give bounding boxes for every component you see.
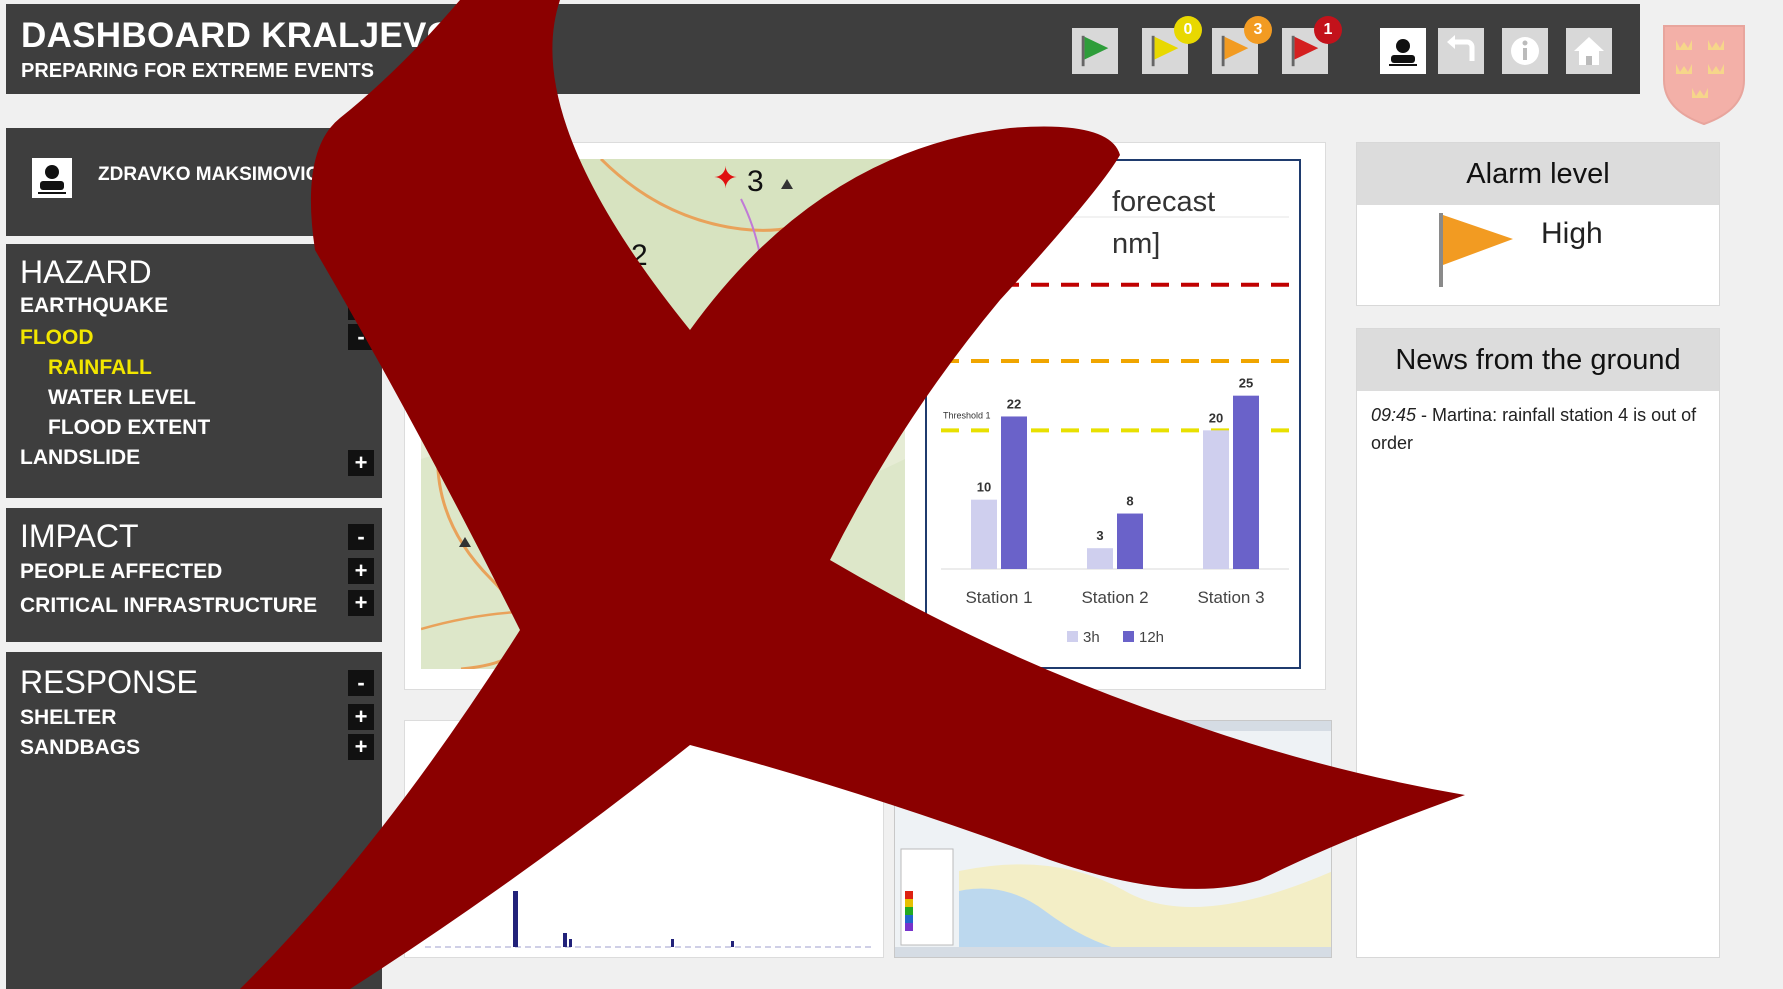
history-bar	[513, 891, 518, 947]
red-flag-count-badge: 1	[1314, 16, 1342, 44]
history-bars	[425, 891, 875, 948]
chart-data-label: 25	[1239, 376, 1253, 391]
chart-data-label: 20	[1209, 410, 1223, 425]
user-avatar-icon	[32, 158, 72, 198]
response-collapse-toggle[interactable]: -	[348, 670, 374, 696]
response-panel: RESPONSE - SHELTER + SANDBAGS +	[6, 652, 382, 989]
news-entry-text: - Martina: rainfall station 4 is out of …	[1371, 405, 1697, 453]
news-title: News from the ground	[1357, 329, 1719, 391]
impact-collapse-toggle[interactable]: -	[348, 524, 374, 550]
menu-item-earthquake[interactable]: EARTHQUAKE	[20, 294, 168, 318]
user-panel: ZDRAVKO MAKSIMOVIC	[6, 128, 382, 236]
station-marker-label: 3	[747, 165, 764, 198]
chart-data-label: 3	[1096, 528, 1103, 543]
menu-item-rainfall[interactable]: RAINFALL	[48, 356, 152, 380]
radar-map-image	[895, 721, 1331, 957]
chart-data-label: 10	[977, 480, 991, 495]
chart-category-label: Station 3	[1197, 588, 1264, 607]
menu-item-critical-infrastructure[interactable]: CRITICAL INFRASTRUCTURE	[20, 594, 317, 618]
user-profile-button[interactable]	[1380, 28, 1426, 74]
critical-infrastructure-expand-toggle[interactable]: +	[348, 590, 374, 616]
people-affected-expand-toggle[interactable]: +	[348, 558, 374, 584]
station-marker-icon[interactable]: ✦	[713, 161, 738, 196]
chart-legend-swatch	[1123, 631, 1134, 642]
sandbags-expand-toggle[interactable]: +	[348, 734, 374, 760]
history-bar	[569, 939, 572, 947]
rainfall-stations-map[interactable]: ✦ 3 2	[421, 159, 905, 669]
flood-collapse-toggle[interactable]: -	[348, 324, 374, 350]
rainfall-main-card: ✦ 3 2 forecast nm] Threshold 1 10 22 Statio…	[404, 142, 1326, 690]
chart-bar-3h	[1087, 548, 1113, 569]
menu-item-water-level[interactable]: WATER LEVEL	[48, 386, 196, 410]
hazard-panel: HAZARD - EARTHQUAKE + FLOOD - RAINFALL W…	[6, 244, 382, 498]
history-bar	[731, 941, 734, 947]
impact-title: IMPACT	[20, 518, 139, 554]
news-entry: 09:45 - Martina: rainfall station 4 is o…	[1371, 401, 1707, 457]
menu-item-flood-extent[interactable]: FLOOD EXTENT	[48, 416, 210, 440]
chart-data-label: 8	[1126, 494, 1133, 509]
green-flag-icon	[1081, 35, 1109, 67]
alarm-level-value: High	[1541, 217, 1603, 250]
chart-legend-label: 3h	[1083, 629, 1100, 646]
news-card: News from the ground 09:45 - Martina: ra…	[1356, 328, 1720, 958]
home-icon	[1574, 37, 1604, 65]
app-title: DASHBOARD KRALJEVO	[21, 16, 455, 55]
shelter-expand-toggle[interactable]: +	[348, 704, 374, 730]
hazard-collapse-toggle[interactable]: -	[348, 262, 374, 288]
chart-bar-3h	[971, 499, 997, 569]
map-terrain	[421, 159, 905, 669]
info-button[interactable]	[1502, 28, 1548, 74]
menu-item-shelter[interactable]: SHELTER	[20, 706, 116, 730]
chart-bar-3h	[1203, 430, 1229, 569]
chart-category-label: Station 2	[1081, 588, 1148, 607]
alarm-flag-icon	[1439, 213, 1513, 287]
hazard-title: HAZARD	[20, 254, 152, 290]
red-flag-button[interactable]: 1	[1282, 16, 1342, 74]
response-title: RESPONSE	[20, 664, 198, 700]
chart-bar-12h	[1117, 513, 1143, 569]
history-bar	[671, 939, 674, 947]
chart-plot: Threshold 1 10 22 Station 1 3 8 Station 2 20 25 S…	[941, 216, 1289, 646]
station-marker-label: 2	[631, 239, 648, 272]
threshold-label: Threshold 1	[943, 410, 991, 420]
app-subtitle: PREPARING FOR EXTREME EVENTS	[21, 60, 375, 82]
earthquake-expand-toggle[interactable]: +	[348, 294, 374, 320]
yellow-flag-count-badge: 0	[1174, 16, 1202, 44]
alarm-level-title: Alarm level	[1357, 143, 1719, 205]
menu-item-landslide[interactable]: LANDSLIDE	[20, 446, 140, 470]
landslide-expand-toggle[interactable]: +	[348, 450, 374, 476]
menu-item-flood[interactable]: FLOOD	[20, 326, 94, 350]
chart-bar-12h	[1001, 416, 1027, 569]
green-flag-button[interactable]	[1072, 28, 1118, 74]
news-entry-time: 09:45	[1371, 405, 1417, 425]
chart-legend-label: 12h	[1139, 629, 1164, 646]
refresh-icon	[1447, 35, 1475, 61]
impact-panel: IMPACT - PEOPLE AFFECTED + CRITICAL INFR…	[6, 508, 382, 642]
header-bar: DASHBOARD KRALJEVO PREPARING FOR EXTREME…	[6, 4, 1640, 94]
menu-item-people-affected[interactable]: PEOPLE AFFECTED	[20, 560, 222, 584]
user-icon	[1389, 39, 1417, 66]
chart-bar-12h	[1233, 395, 1259, 569]
alarm-level-card: Alarm level High	[1356, 142, 1720, 306]
refresh-button[interactable]	[1438, 28, 1484, 74]
user-name: ZDRAVKO MAKSIMOVIC	[98, 164, 320, 185]
info-icon	[1511, 37, 1539, 65]
dashboard-screenshot: DASHBOARD KRALJEVO PREPARING FOR EXTREME…	[0, 0, 1783, 989]
chart-data-label: 22	[1007, 396, 1021, 411]
history-bar	[563, 933, 567, 947]
yellow-flag-button[interactable]: 0	[1142, 16, 1202, 74]
home-button[interactable]	[1566, 28, 1612, 74]
rainfall-history-chart	[404, 720, 884, 958]
rainfall-forecast-chart: forecast nm] Threshold 1 10 22 Station 138S…	[925, 159, 1301, 669]
orange-flag-button[interactable]: 3	[1212, 16, 1272, 74]
chart-category-label: Station 1	[965, 588, 1032, 607]
orange-flag-count-badge: 3	[1244, 16, 1272, 44]
chart-legend-swatch	[1067, 631, 1078, 642]
menu-item-sandbags[interactable]: SANDBAGS	[20, 736, 140, 760]
radar-map-preview[interactable]	[894, 720, 1332, 958]
city-crest-logo	[1663, 25, 1745, 126]
